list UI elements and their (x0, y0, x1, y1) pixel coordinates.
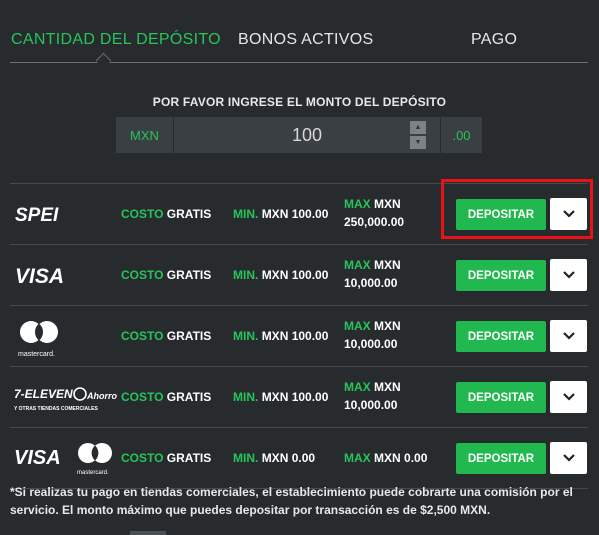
visa-logo-text: VISA (14, 447, 61, 469)
currency-label: MXN (116, 117, 173, 153)
depositar-button[interactable]: DEPOSITAR (456, 321, 546, 352)
chevron-down-icon (562, 332, 575, 340)
mastercard-logo-text: mastercard. (18, 351, 55, 358)
spei-logo: SPEI (14, 184, 120, 244)
mastercard-logo: mastercard. (14, 306, 120, 366)
chevron-down-icon (562, 393, 575, 401)
cost-info: COSTO GRATIS (121, 207, 212, 221)
cost-info: COSTO GRATIS (121, 268, 212, 282)
max-amount: MAX MXN 10,000.00 (344, 258, 401, 290)
visa-mastercard-logo: VISA mastercard. (14, 428, 120, 488)
highlight-box (441, 179, 593, 239)
cost-info: COSTO GRATIS (121, 329, 212, 343)
mastercard-logo-text: mastercard. (77, 470, 109, 476)
cost-info: COSTO GRATIS (121, 451, 212, 465)
expand-button[interactable] (550, 259, 587, 291)
chevron-down-icon (562, 271, 575, 279)
amount-input[interactable] (174, 117, 440, 153)
depositar-button[interactable]: DEPOSITAR (456, 382, 546, 413)
payment-method-row: VISA mastercard. COSTO GRATIS MIN. MXN 0… (10, 427, 588, 489)
active-tab-caret (95, 52, 112, 69)
max-amount: MAX MXN 10,000.00 (344, 380, 401, 412)
tab-pago[interactable]: PAGO (471, 31, 517, 49)
max-amount: MAX MXN 10,000.00 (344, 319, 401, 351)
payment-method-row: 7-ELEVEN Ahorro Y OTRAS TIENDAS COMERCIA… (10, 366, 588, 427)
payment-method-row: mastercard. COSTO GRATIS MIN. MXN 100.00… (10, 305, 588, 366)
seven-eleven-logo: 7-ELEVEN Ahorro Y OTRAS TIENDAS COMERCIA… (14, 367, 120, 427)
tab-cantidad-deposito[interactable]: CANTIDAD DEL DEPÓSITO (11, 31, 221, 49)
cost-info: COSTO GRATIS (121, 390, 212, 404)
chevron-down-icon (562, 454, 575, 462)
depositar-button[interactable]: DEPOSITAR (456, 260, 546, 291)
footnote: *Si realizas tu pago en tiendas comercia… (10, 485, 573, 517)
amount-decimals: .00 (441, 117, 482, 153)
depositar-button[interactable]: DEPOSITAR (456, 443, 546, 474)
max-amount: MAX MXN 250,000.00 (344, 197, 405, 229)
stepper-down-icon[interactable]: ▼ (410, 136, 426, 149)
tab-bonos-activos[interactable]: BONOS ACTIVOS (238, 31, 374, 49)
scrollbar[interactable] (130, 531, 166, 535)
max-amount: MAX MXN 0.00 (344, 451, 428, 465)
visa-logo: VISA (14, 245, 120, 305)
min-amount: MIN. MXN 100.00 (233, 268, 329, 282)
seven-eleven-logo-text: 7-ELEVEN (14, 387, 73, 401)
expand-button[interactable] (550, 320, 587, 352)
min-amount: MIN. MXN 100.00 (233, 390, 329, 404)
stepper-up-icon[interactable]: ▲ (410, 121, 426, 134)
min-amount: MIN. MXN 100.00 (233, 329, 329, 343)
spei-logo-text: SPEI (15, 205, 59, 226)
expand-button[interactable] (550, 442, 587, 474)
amount-input-group: MXN ▲ ▼ .00 (116, 117, 482, 153)
amount-prompt: POR FAVOR INGRESE EL MONTO DEL DEPÓSITO (152, 95, 447, 109)
expand-button[interactable] (550, 381, 587, 413)
visa-logo-text: VISA (15, 265, 64, 288)
payment-method-row: VISA COSTO GRATIS MIN. MXN 100.00 MAX MX… (10, 244, 588, 305)
seven-eleven-logo-subtext: Y OTRAS TIENDAS COMERCIALES (14, 406, 98, 412)
tab-bar: CANTIDAD DEL DEPÓSITO BONOS ACTIVOS PAGO (10, 0, 588, 69)
min-amount: MIN. MXN 0.00 (233, 451, 316, 465)
ahorro-logo-text: Ahorro (86, 391, 117, 401)
min-amount: MIN. MXN 100.00 (233, 207, 329, 221)
amount-stepper[interactable]: ▲ ▼ (410, 121, 426, 149)
